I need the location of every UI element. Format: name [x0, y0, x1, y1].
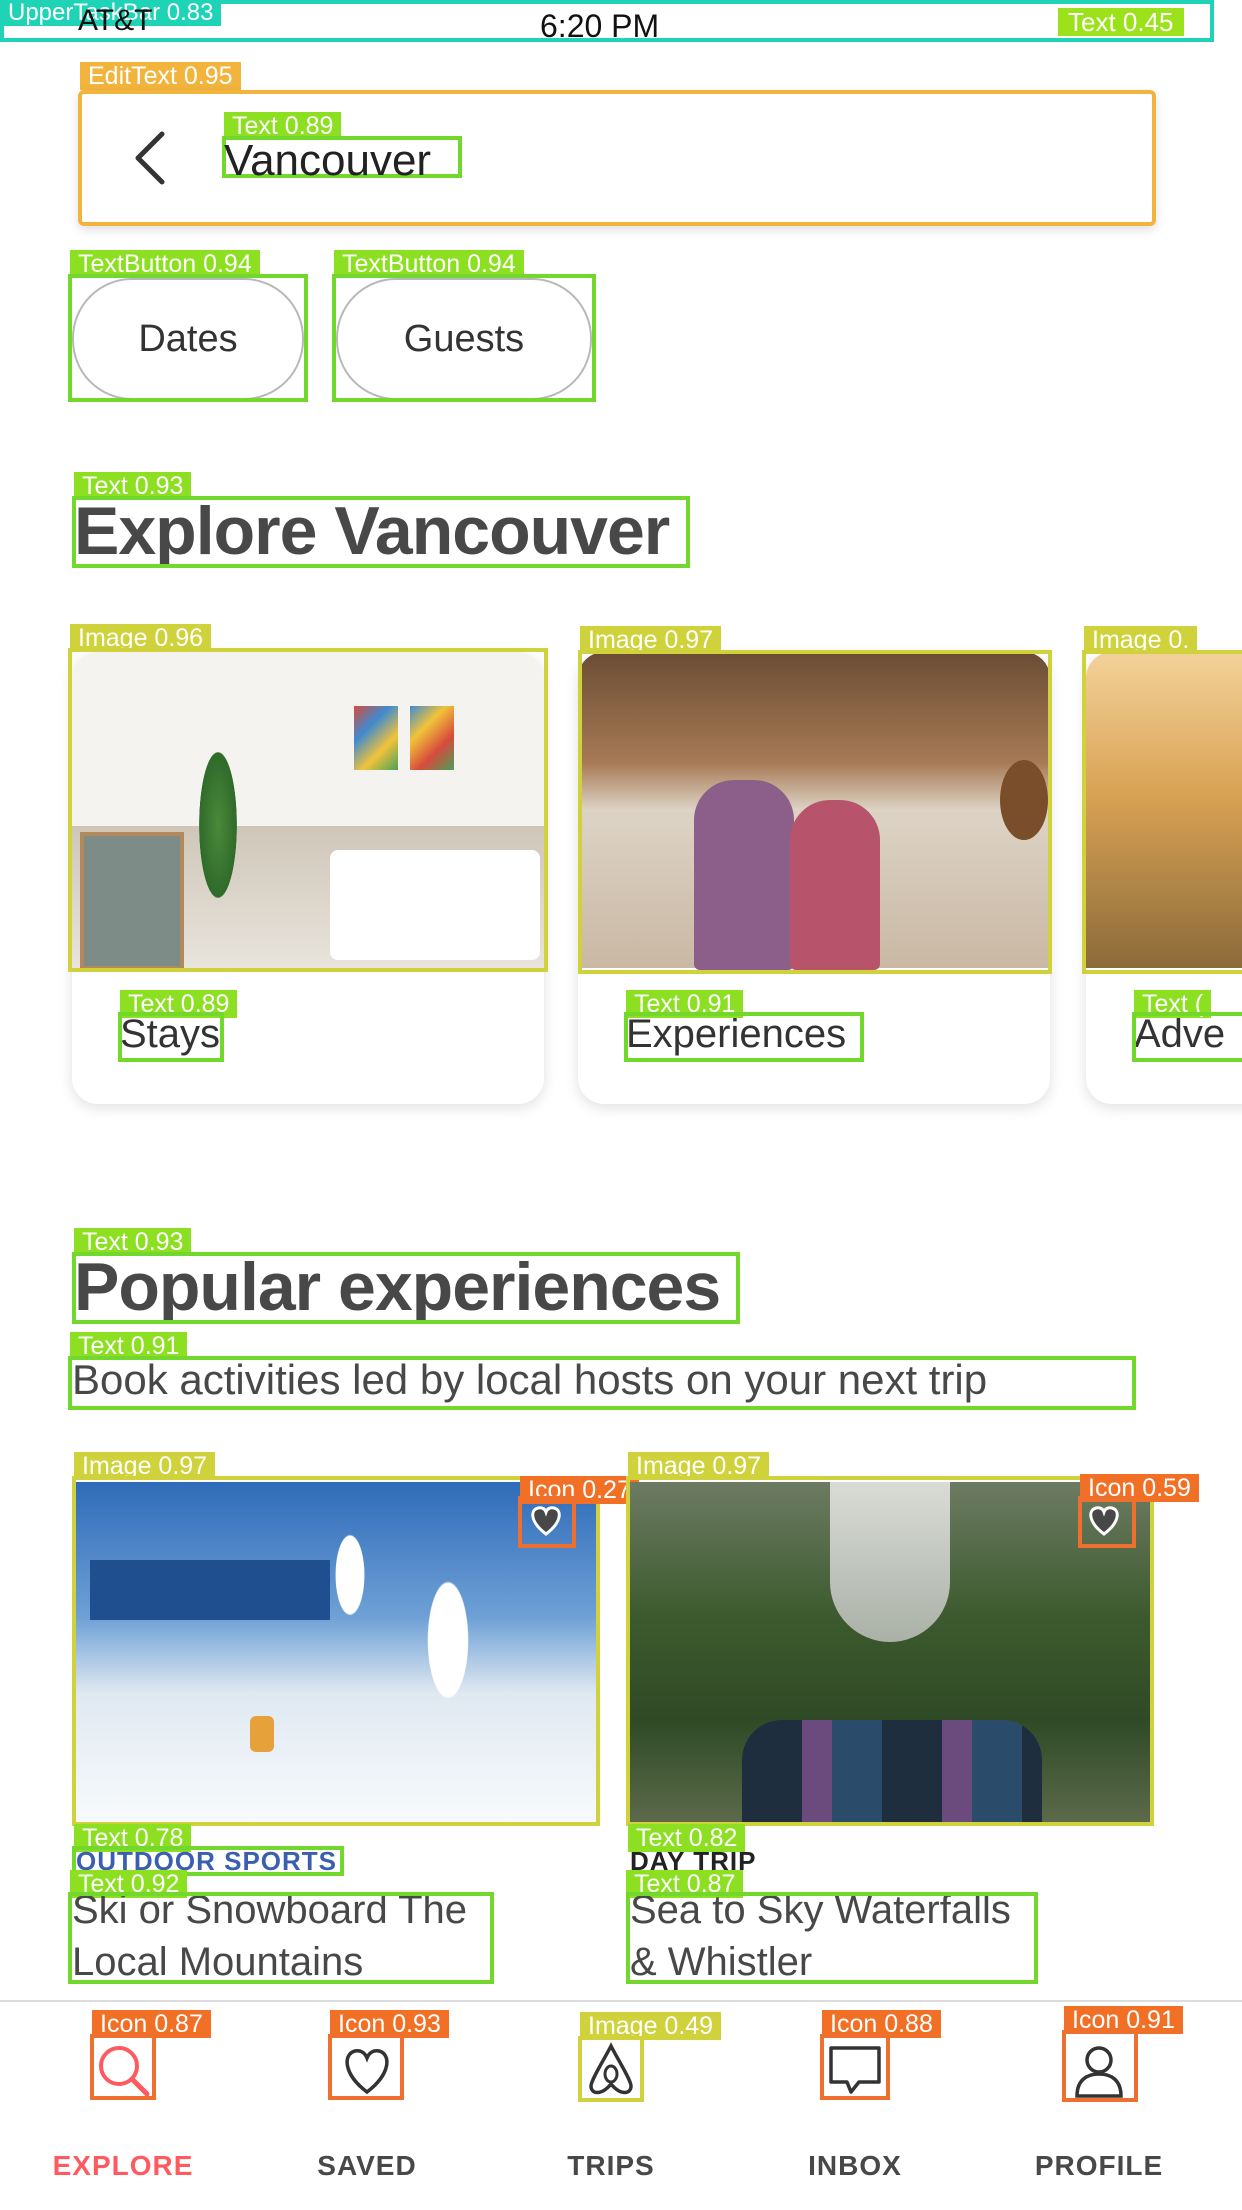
stays-image-box: [68, 648, 548, 972]
ski-heart-box: [518, 1496, 576, 1548]
adventures-label-box: [1132, 1012, 1242, 1062]
nav-inbox-label: INBOX: [808, 2150, 902, 2181]
nav-profile-box: [1062, 2030, 1138, 2102]
nav-inbox-box: [820, 2034, 890, 2100]
nav-saved-box: [328, 2034, 404, 2100]
stays-label-box: [118, 1012, 224, 1062]
ski-title-box: [68, 1892, 494, 1984]
back-arrow-icon[interactable]: [130, 128, 170, 188]
search-value[interactable]: Vancouver: [224, 136, 431, 186]
carrier-label: AT&T: [78, 4, 153, 37]
popular-subtitle-box: [68, 1356, 1136, 1410]
nav-trips-box: [578, 2036, 644, 2102]
nav-explore-label: EXPLORE: [52, 2150, 194, 2181]
battery-detection-tag: Text 0.45: [1058, 8, 1184, 36]
guests-box: [332, 274, 596, 402]
waterfall-title-box: [626, 1892, 1038, 1984]
nav-profile-label: PROFILE: [1034, 2150, 1164, 2181]
dates-box: [68, 274, 308, 402]
waterfall-heart-box: [1078, 1496, 1136, 1548]
nav-trips-label: TRIPS: [567, 2150, 655, 2181]
nav-explore-box: [90, 2034, 156, 2100]
waterfall-image-box: [626, 1476, 1154, 1826]
explore-title-box: [72, 496, 690, 568]
popular-title-box: [72, 1252, 740, 1324]
experiences-label-box: [624, 1012, 864, 1062]
nav-saved-label: SAVED: [317, 2150, 417, 2181]
adventures-image-box: [1082, 650, 1242, 974]
search-detection-tag: EditText 0.95: [80, 62, 241, 90]
status-time: 6:20 PM: [540, 8, 660, 44]
experiences-image-box: [578, 650, 1052, 974]
